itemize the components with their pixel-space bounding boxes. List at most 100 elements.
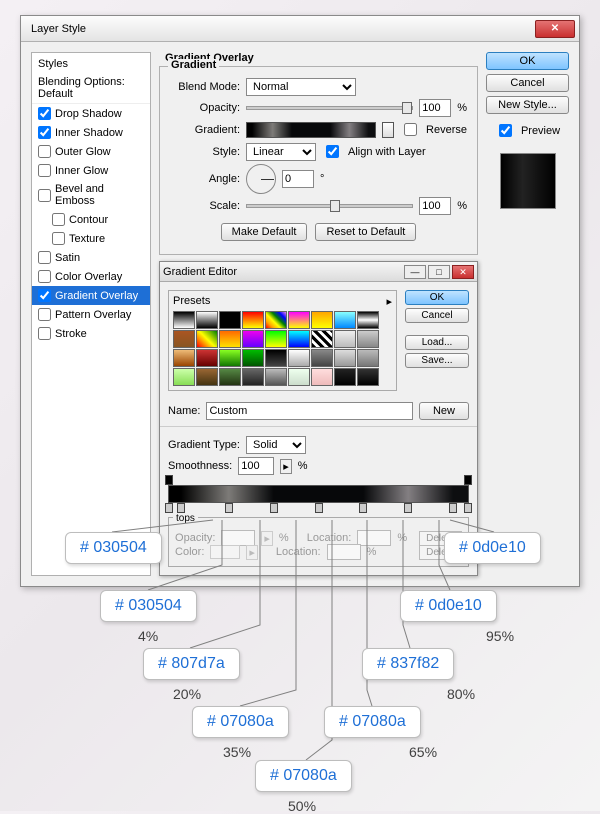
align-checkbox[interactable] bbox=[326, 145, 339, 158]
style-item[interactable]: Gradient Overlay bbox=[32, 286, 150, 305]
preset-swatch[interactable] bbox=[311, 368, 333, 386]
smooth-input[interactable] bbox=[238, 457, 274, 475]
ge-save-button[interactable]: Save... bbox=[405, 353, 469, 368]
preset-swatch[interactable] bbox=[265, 368, 287, 386]
preset-swatch[interactable] bbox=[311, 330, 333, 348]
style-item[interactable]: Bevel and Emboss bbox=[32, 180, 150, 210]
style-checkbox[interactable] bbox=[38, 126, 51, 139]
opacity-stop[interactable] bbox=[165, 475, 173, 485]
blend-mode-select[interactable]: Normal bbox=[246, 78, 356, 96]
preset-swatch[interactable] bbox=[288, 349, 310, 367]
maximize-icon[interactable]: □ bbox=[428, 265, 450, 279]
style-checkbox[interactable] bbox=[38, 164, 51, 177]
style-checkbox[interactable] bbox=[52, 213, 65, 226]
preset-swatch[interactable] bbox=[219, 368, 241, 386]
style-checkbox[interactable] bbox=[38, 327, 51, 340]
presets-menu-icon[interactable]: ▸ bbox=[386, 295, 392, 308]
color-stop[interactable] bbox=[315, 503, 323, 513]
preset-swatch[interactable] bbox=[288, 311, 310, 329]
close-icon[interactable]: ✕ bbox=[535, 20, 575, 38]
style-item[interactable]: Inner Glow bbox=[32, 161, 150, 180]
color-stop[interactable] bbox=[449, 503, 457, 513]
preset-swatch[interactable] bbox=[334, 330, 356, 348]
reverse-checkbox[interactable] bbox=[404, 123, 417, 136]
preset-swatch[interactable] bbox=[173, 368, 195, 386]
new-style-button[interactable]: New Style... bbox=[486, 96, 569, 114]
preset-swatch[interactable] bbox=[242, 330, 264, 348]
style-checkbox[interactable] bbox=[38, 308, 51, 321]
angle-dial[interactable] bbox=[246, 164, 276, 194]
style-item[interactable]: Outer Glow bbox=[32, 142, 150, 161]
gradient-preview[interactable] bbox=[246, 122, 376, 138]
preset-swatch[interactable] bbox=[196, 311, 218, 329]
opacity-slider[interactable] bbox=[246, 106, 413, 110]
preset-swatch[interactable] bbox=[196, 330, 218, 348]
style-select[interactable]: Linear bbox=[246, 143, 316, 161]
make-default-button[interactable]: Make Default bbox=[221, 223, 308, 241]
preset-swatch[interactable] bbox=[219, 311, 241, 329]
scale-input[interactable] bbox=[419, 197, 451, 215]
style-item[interactable]: Contour bbox=[32, 210, 150, 229]
close-icon[interactable]: ✕ bbox=[452, 265, 474, 279]
preset-swatch[interactable] bbox=[357, 330, 379, 348]
ge-ok-button[interactable]: OK bbox=[405, 290, 469, 305]
preset-swatch[interactable] bbox=[196, 368, 218, 386]
gradtype-select[interactable]: Solid bbox=[246, 436, 306, 454]
reset-default-button[interactable]: Reset to Default bbox=[315, 223, 416, 241]
color-stop[interactable] bbox=[464, 503, 472, 513]
preset-swatch[interactable] bbox=[357, 311, 379, 329]
style-checkbox[interactable] bbox=[38, 251, 51, 264]
preset-swatch[interactable] bbox=[173, 330, 195, 348]
style-checkbox[interactable] bbox=[38, 270, 51, 283]
preset-swatch[interactable] bbox=[357, 368, 379, 386]
gradient-dropdown-icon[interactable] bbox=[382, 122, 394, 138]
preset-swatch[interactable] bbox=[265, 311, 287, 329]
style-checkbox[interactable] bbox=[38, 189, 51, 202]
preset-swatch[interactable] bbox=[173, 349, 195, 367]
style-item[interactable]: Stroke bbox=[32, 324, 150, 343]
preset-swatch[interactable] bbox=[334, 349, 356, 367]
ok-button[interactable]: OK bbox=[486, 52, 569, 70]
cancel-button[interactable]: Cancel bbox=[486, 74, 569, 92]
opacity-input[interactable] bbox=[419, 99, 451, 117]
scale-slider[interactable] bbox=[246, 204, 413, 208]
color-stop[interactable] bbox=[270, 503, 278, 513]
style-item[interactable]: Pattern Overlay bbox=[32, 305, 150, 324]
style-item[interactable]: Satin bbox=[32, 248, 150, 267]
smooth-stepper-icon[interactable]: ▸ bbox=[280, 459, 292, 474]
preset-swatch[interactable] bbox=[242, 368, 264, 386]
preset-swatch[interactable] bbox=[265, 349, 287, 367]
color-stop[interactable] bbox=[359, 503, 367, 513]
preset-swatch[interactable] bbox=[219, 330, 241, 348]
preset-swatch[interactable] bbox=[196, 349, 218, 367]
angle-input[interactable] bbox=[282, 170, 314, 188]
gradient-track[interactable] bbox=[168, 485, 469, 503]
color-stop[interactable] bbox=[177, 503, 185, 513]
style-checkbox[interactable] bbox=[52, 232, 65, 245]
ge-load-button[interactable]: Load... bbox=[405, 335, 469, 350]
opacity-stop[interactable] bbox=[464, 475, 472, 485]
preset-swatch[interactable] bbox=[311, 311, 333, 329]
name-input[interactable] bbox=[206, 402, 413, 420]
style-item[interactable]: Texture bbox=[32, 229, 150, 248]
color-stop[interactable] bbox=[404, 503, 412, 513]
minimize-icon[interactable]: — bbox=[404, 265, 426, 279]
ge-new-button[interactable]: New bbox=[419, 402, 469, 420]
style-item[interactable]: Color Overlay bbox=[32, 267, 150, 286]
preset-swatch[interactable] bbox=[242, 311, 264, 329]
style-item[interactable]: Drop Shadow bbox=[32, 104, 150, 123]
style-checkbox[interactable] bbox=[38, 289, 51, 302]
preset-swatch[interactable] bbox=[219, 349, 241, 367]
preset-swatch[interactable] bbox=[334, 311, 356, 329]
style-checkbox[interactable] bbox=[38, 107, 51, 120]
preset-swatch[interactable] bbox=[265, 330, 287, 348]
preset-swatch[interactable] bbox=[173, 311, 195, 329]
color-stop[interactable] bbox=[165, 503, 173, 513]
color-stop[interactable] bbox=[225, 503, 233, 513]
preset-swatch[interactable] bbox=[288, 368, 310, 386]
preset-swatch[interactable] bbox=[311, 349, 333, 367]
style-checkbox[interactable] bbox=[38, 145, 51, 158]
preset-swatch[interactable] bbox=[288, 330, 310, 348]
blending-options[interactable]: Blending Options: Default bbox=[32, 73, 150, 104]
preview-checkbox[interactable] bbox=[499, 124, 512, 137]
